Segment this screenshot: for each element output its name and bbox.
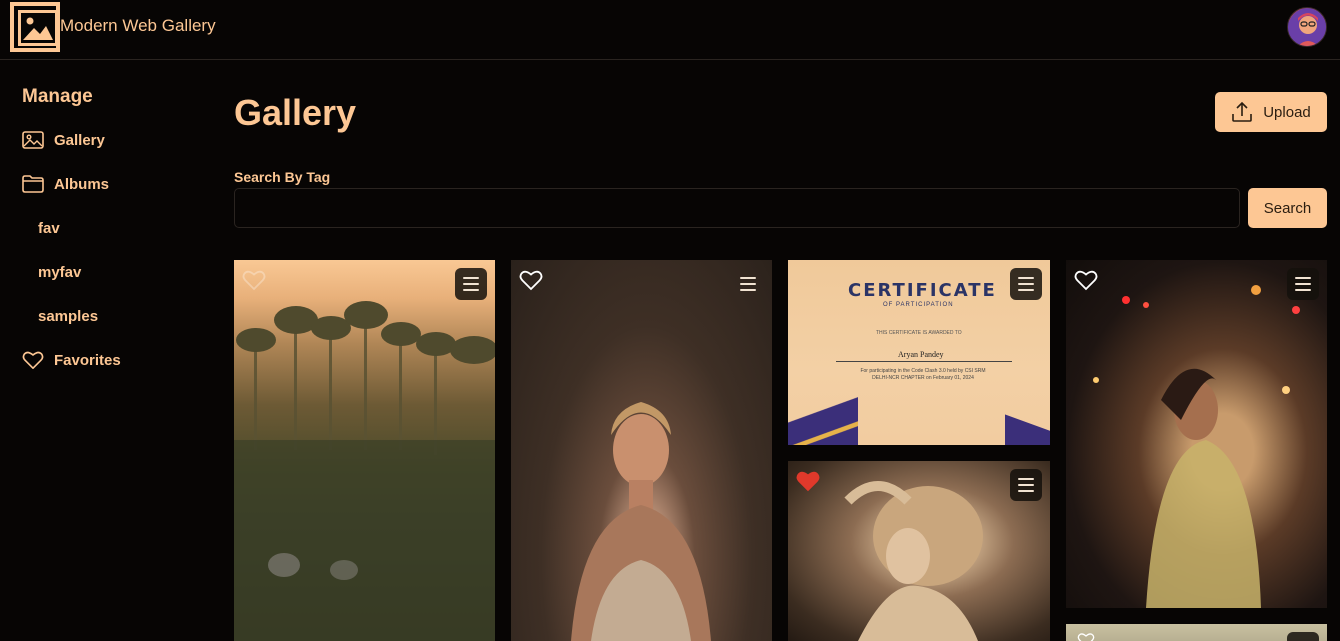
sidebar-item-gallery[interactable]: Gallery <box>22 126 105 154</box>
photo-menu-button[interactable] <box>1010 268 1042 300</box>
favorite-heart-icon[interactable] <box>1074 632 1098 641</box>
sidebar-item-albums[interactable]: Albums <box>22 170 109 198</box>
forest-image <box>234 301 495 641</box>
photo-menu-button[interactable] <box>1287 632 1319 641</box>
certificate-decoration <box>788 390 858 445</box>
photo-card-certificate[interactable]: CERTIFICATE OF PARTICIPATION THIS CERTIF… <box>788 260 1050 445</box>
app-title[interactable]: Modern Web Gallery <box>60 16 216 36</box>
photo-menu-button[interactable] <box>732 268 764 300</box>
heart-icon <box>22 351 44 369</box>
album-item-fav[interactable]: fav <box>38 220 60 237</box>
photo-menu-button[interactable] <box>1287 268 1319 300</box>
favorite-heart-icon[interactable] <box>242 268 266 292</box>
sidebar-item-label: Gallery <box>54 131 105 149</box>
sidebar-item-label: Albums <box>54 175 110 193</box>
album-item-samples[interactable]: samples <box>38 308 98 325</box>
photo-card-street-night[interactable] <box>1066 260 1327 608</box>
photo-card-forest[interactable] <box>234 260 495 641</box>
page-title: Gallery <box>234 92 357 133</box>
certificate-rule <box>836 361 1012 362</box>
gallery-logo-icon[interactable] <box>10 2 60 52</box>
photo-card-curly-hair[interactable] <box>788 461 1050 641</box>
image-icon <box>22 131 44 149</box>
portrait-image <box>571 402 711 641</box>
search-input[interactable] <box>234 188 1240 228</box>
photo-card-portrait[interactable] <box>511 260 772 641</box>
folder-icon <box>22 175 44 193</box>
upload-button-label: Upload <box>1263 103 1311 121</box>
sidebar-section-title: Manage <box>22 86 93 107</box>
street-night-image <box>1093 285 1300 608</box>
certificate-decoration <box>1005 410 1050 445</box>
certificate-name: Aryan Pandey <box>898 350 944 359</box>
search-button[interactable]: Search <box>1248 188 1327 228</box>
sidebar-item-favorites[interactable]: Favorites <box>22 346 121 374</box>
upload-button[interactable]: Upload <box>1215 92 1327 132</box>
photo-menu-button[interactable] <box>1010 469 1042 501</box>
sidebar-item-label: Favorites <box>54 351 121 369</box>
user-avatar[interactable] <box>1287 7 1327 47</box>
certificate-title: CERTIFICATE <box>848 280 997 301</box>
upload-icon <box>1232 101 1253 122</box>
search-label: Search By Tag <box>234 169 331 185</box>
favorite-heart-icon[interactable] <box>519 268 543 292</box>
certificate-body: For participating in the Code Clash 3.0 … <box>860 368 986 381</box>
top-header: Modern Web Gallery <box>0 0 1340 60</box>
album-item-myfav[interactable]: myfav <box>38 264 81 281</box>
favorite-heart-icon[interactable] <box>796 469 820 493</box>
photo-menu-button[interactable] <box>455 268 487 300</box>
photo-card-partial[interactable] <box>1066 624 1327 641</box>
favorite-heart-icon[interactable] <box>1074 268 1098 292</box>
certificate-awarded-line: THIS CERTIFICATE IS AWARDED TO <box>876 330 962 336</box>
certificate-subtitle: OF PARTICIPATION <box>883 302 954 308</box>
